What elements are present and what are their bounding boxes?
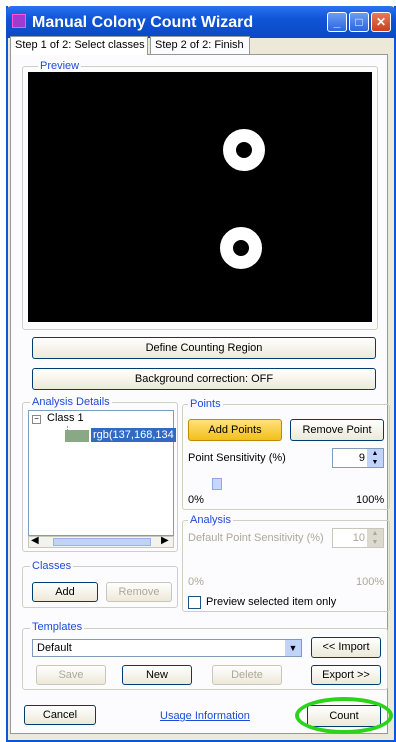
template-select[interactable]: Default ▼ (32, 639, 302, 657)
remove-class-button[interactable]: Remove (106, 582, 172, 602)
scroll-right-icon[interactable]: ▶ (161, 535, 169, 546)
export-button[interactable]: Export >> (311, 665, 381, 685)
slider-min-label: 0% (188, 494, 204, 506)
maximize-icon: □ (355, 15, 363, 29)
analysis-details-label: Analysis Details (30, 396, 112, 408)
default-sensitivity-spinner[interactable]: 10 ▲ ▼ (332, 528, 384, 548)
chevron-down-icon[interactable]: ▼ (285, 640, 301, 656)
define-counting-region-button[interactable]: Define Counting Region (32, 337, 376, 359)
preview-selected-label: Preview selected item only (206, 596, 337, 608)
analysis-max-label: 100% (356, 576, 385, 588)
analysis-label: Analysis (188, 514, 233, 526)
classes-label: Classes (30, 560, 74, 572)
collapse-icon[interactable]: − (32, 415, 41, 424)
maximize-button[interactable]: □ (349, 12, 369, 32)
class-rgb-item[interactable]: rgb(137,168,134 (91, 428, 176, 442)
minimize-button[interactable]: _ (327, 12, 347, 32)
preview-selected-checkbox[interactable] (188, 596, 201, 609)
preview-label: Preview (38, 60, 82, 72)
preview-image (28, 72, 372, 322)
delete-template-button[interactable]: Delete (212, 665, 282, 685)
point-sensitivity-spinner[interactable]: 9 ▲ ▼ (332, 448, 384, 468)
slider-thumb[interactable] (212, 478, 222, 490)
tree-horizontal-scrollbar[interactable]: ◀ ▶ (28, 535, 174, 548)
default-sensitivity-value[interactable]: 10 (353, 532, 365, 544)
cancel-button[interactable]: Cancel (24, 705, 96, 725)
templates-label: Templates (30, 621, 85, 633)
class-label[interactable]: Class 1 (47, 412, 84, 424)
count-button[interactable]: Count (307, 705, 381, 727)
add-points-button[interactable]: Add Points (188, 419, 282, 441)
analysis-min-label: 0% (188, 576, 204, 588)
minimize-icon: _ (333, 15, 341, 29)
point-sensitivity-label: Point Sensitivity (%) (188, 452, 286, 464)
scroll-thumb[interactable] (53, 538, 151, 546)
point-sensitivity-slider[interactable] (190, 478, 382, 490)
scroll-left-icon[interactable]: ◀ (31, 535, 39, 546)
colony-marker (223, 129, 265, 171)
close-icon: ✕ (375, 15, 387, 29)
remove-point-button[interactable]: Remove Point (290, 419, 384, 441)
save-template-button[interactable]: Save (36, 665, 106, 685)
close-button[interactable]: ✕ (371, 12, 391, 32)
tab-finish[interactable]: Step 2 of 2: Finish (150, 36, 250, 54)
spinner-arrows-icon[interactable]: ▲ ▼ (367, 449, 383, 467)
usage-information-link[interactable]: Usage Information (160, 710, 250, 722)
default-sensitivity-label: Default Point Sensitivity (%) (188, 532, 324, 544)
class-color-swatch (65, 430, 89, 442)
title-bar: Manual Colony Count Wizard _ □ ✕ (6, 6, 396, 38)
tab-select-classes[interactable]: Step 1 of 2: Select classes (10, 36, 148, 55)
background-correction-button[interactable]: Background correction: OFF (32, 368, 376, 390)
app-icon (12, 14, 26, 28)
colony-marker (220, 227, 262, 269)
slider-max-label: 100% (356, 494, 385, 506)
window-title: Manual Colony Count Wizard (32, 14, 254, 31)
class-tree[interactable]: − Class 1 rgb(137,168,134 (28, 410, 176, 536)
add-class-button[interactable]: Add (32, 582, 98, 602)
spinner-arrows-icon[interactable]: ▲ ▼ (367, 529, 383, 547)
points-label: Points (188, 398, 223, 410)
import-button[interactable]: << Import (311, 637, 381, 658)
new-template-button[interactable]: New (122, 665, 192, 685)
template-selected-value[interactable]: Default (37, 642, 72, 654)
sensitivity-value[interactable]: 9 (359, 452, 365, 464)
